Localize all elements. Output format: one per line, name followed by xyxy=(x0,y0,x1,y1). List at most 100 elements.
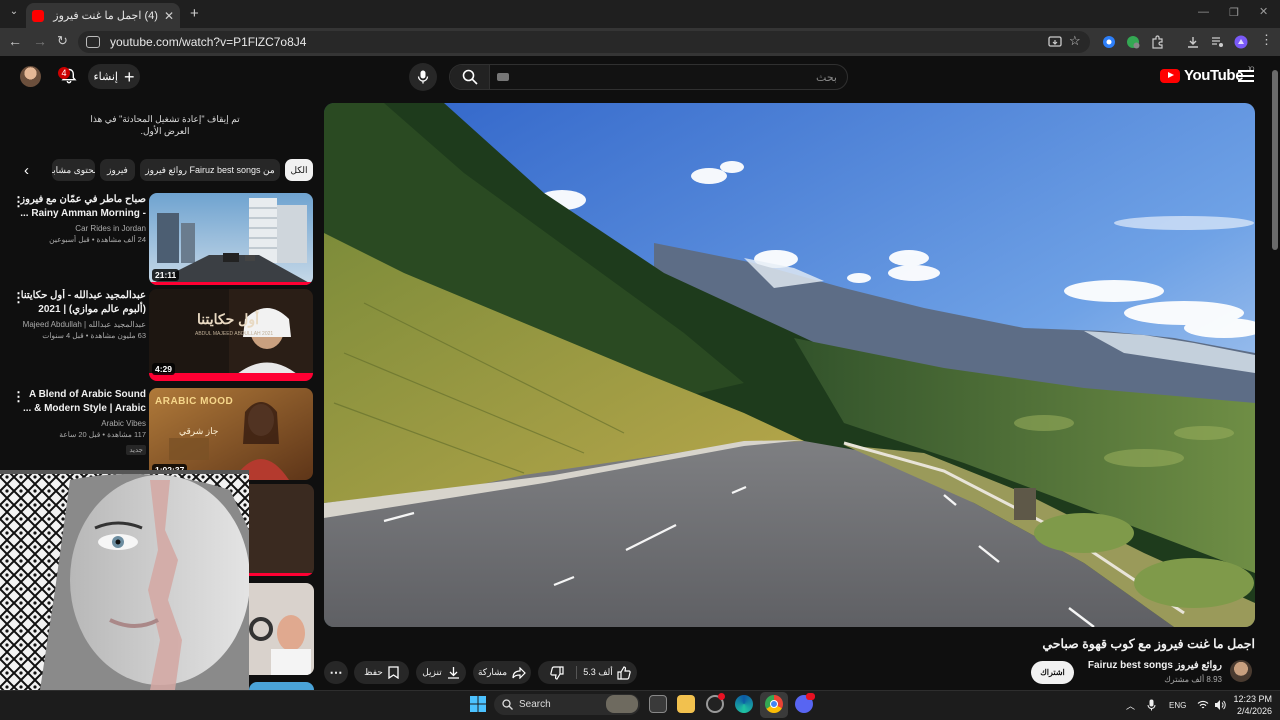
video-title[interactable]: A Blend of Arabic Sound & Modern Style |… xyxy=(20,388,146,415)
floating-portrait-overlay xyxy=(0,470,249,690)
more-actions-icon[interactable]: ⋮ xyxy=(12,390,25,404)
file-explorer-icon[interactable] xyxy=(677,695,695,713)
extension-green-icon[interactable] xyxy=(1126,35,1140,49)
youtube-play-logo-icon xyxy=(1160,68,1180,83)
url-text: youtube.com/watch?v=P1FlZC7o8J4 xyxy=(110,35,307,49)
video-title[interactable]: صباح ماطر في عمّان مع فيروز - Rainy Amma… xyxy=(20,193,146,220)
chrome-center-icon xyxy=(770,700,778,708)
channel-name[interactable]: عبدالمجيد عبدالله | Abdul Majeed Abdulla… xyxy=(20,320,146,329)
keyboard-icon[interactable] xyxy=(497,73,509,81)
system-tray: ︿ ENG 12:23 PM 2/4/2026 xyxy=(1122,693,1272,717)
video-thumbnail[interactable]: 21:11 xyxy=(149,193,313,285)
back-arrow-icon[interactable]: ← xyxy=(8,33,22,49)
account-avatar[interactable] xyxy=(20,66,41,87)
input-language[interactable]: ENG xyxy=(1169,701,1186,710)
downloads-icon[interactable] xyxy=(1186,35,1200,49)
search-input[interactable] xyxy=(490,70,847,84)
app-notification-dot xyxy=(718,693,725,700)
chip-all[interactable]: الكل xyxy=(285,159,313,181)
extensions-puzzle-icon[interactable] xyxy=(1151,35,1165,49)
channel-name[interactable]: روائع فيروز Fairuz best songs xyxy=(1050,660,1222,671)
video-meta: عبدالمجيد عبدالله - أول حكايتنا (ألبوم ع… xyxy=(20,289,146,340)
volume-icon[interactable] xyxy=(1214,699,1226,711)
system-clock[interactable]: 12:23 PM 2/4/2026 xyxy=(1233,693,1272,717)
like-button[interactable]: 5.3 ألف xyxy=(577,661,637,684)
discord-badge xyxy=(806,693,815,700)
windows-taskbar xyxy=(0,690,1280,720)
recommended-video-6-thumbnail[interactable] xyxy=(249,682,314,690)
voice-search-button[interactable] xyxy=(409,63,437,91)
watch-progress-bar xyxy=(149,282,313,285)
taskbar-search-label: Search xyxy=(519,699,551,710)
subscribe-button[interactable]: اشتراك xyxy=(1031,661,1074,684)
tab-search-icon[interactable]: ⌄ xyxy=(6,6,22,22)
media-controls-icon[interactable] xyxy=(1210,35,1224,49)
show-hidden-icons-icon[interactable]: ︿ xyxy=(1126,699,1135,712)
reload-icon[interactable]: ↻ xyxy=(57,33,68,49)
channel-avatar[interactable] xyxy=(1230,660,1252,682)
wifi-icon[interactable] xyxy=(1197,699,1209,711)
like-separator xyxy=(576,666,577,679)
recommended-video-5-thumbnail[interactable] xyxy=(249,583,314,675)
new-tab-button[interactable]: + xyxy=(190,5,199,22)
thumbnail-title-text: أول حكايتنا xyxy=(197,311,259,327)
dislike-button[interactable] xyxy=(538,661,576,684)
recommended-video-1[interactable]: 21:11 صباح ماطر في عمّان مع فيروز - Rain… xyxy=(12,193,314,285)
chip-related[interactable]: محتوى مشابه xyxy=(52,159,95,181)
recommended-video-4-thumbnail[interactable] xyxy=(249,484,314,576)
task-view-icon[interactable] xyxy=(649,695,667,713)
site-info-icon[interactable] xyxy=(86,36,100,48)
more-actions-button[interactable]: ⋯ xyxy=(324,661,348,684)
minimize-button[interactable]: — xyxy=(1198,6,1209,18)
share-button[interactable]: مشاركة xyxy=(473,661,531,684)
recommended-video-3[interactable]: ARABIC MOOD جاز شرقي 1:02:37 A Blend of … xyxy=(12,388,314,480)
edge-browser-icon[interactable] xyxy=(735,695,753,713)
guide-menu-icon[interactable] xyxy=(1236,67,1256,85)
video-player[interactable] xyxy=(324,103,1255,627)
thumbs-down-icon xyxy=(550,665,564,680)
video-duration: 21:11 xyxy=(152,269,180,281)
view-count: 117 مشاهدة • قبل 20 ساعة xyxy=(59,430,146,439)
recommended-video-2[interactable]: أول حكايتنا ABDUL MAJEED ABDULLAH 2021 4… xyxy=(12,289,314,381)
like-dislike-group: 5.3 ألف xyxy=(538,661,637,684)
video-meta: صباح ماطر في عمّان مع فيروز - Rainy Amma… xyxy=(20,193,146,244)
profile-avatar-icon[interactable] xyxy=(1234,35,1248,49)
browser-tab[interactable]: (4) اجمل ما غنت فيروز مع كوب ✕ xyxy=(26,3,180,28)
browser-menu-icon[interactable]: ⋮ xyxy=(1260,32,1273,48)
view-count: 63 مليون مشاهدة • قبل 4 سنوات xyxy=(42,331,146,340)
close-tab-icon[interactable]: ✕ xyxy=(164,9,174,23)
tab-title: (4) اجمل ما غنت فيروز مع كوب xyxy=(50,10,158,22)
create-label: إنشاء xyxy=(93,71,118,83)
save-button[interactable]: حفظ xyxy=(354,661,409,684)
close-window-button[interactable]: ✕ xyxy=(1259,5,1268,18)
video-thumbnail[interactable]: ARABIC MOOD جاز شرقي 1:02:37 xyxy=(149,388,313,480)
more-actions-icon[interactable]: ⋮ xyxy=(12,291,25,305)
address-bar[interactable]: youtube.com/watch?v=P1FlZC7o8J4 xyxy=(78,31,1090,53)
install-app-icon[interactable] xyxy=(1048,35,1062,49)
chat-replay-disabled-notice: تم إيقاف "إعادة تشغيل المحادثة" في هذا ا… xyxy=(90,114,240,136)
download-button[interactable]: تنزيل xyxy=(416,661,466,684)
create-button[interactable]: إنشاء + xyxy=(88,64,140,89)
video-meta: A Blend of Arabic Sound & Modern Style |… xyxy=(20,388,146,457)
thumbs-up-icon xyxy=(617,665,631,680)
bookmark-star-icon[interactable]: ☆ xyxy=(1069,33,1081,49)
more-actions-icon[interactable]: ⋮ xyxy=(12,195,25,209)
search-button[interactable] xyxy=(450,65,490,89)
forward-arrow-icon[interactable]: → xyxy=(33,33,47,49)
channel-name[interactable]: Arabic Vibes xyxy=(20,419,146,428)
like-count: 5.3 ألف xyxy=(583,667,613,677)
search-icon xyxy=(462,69,478,85)
microphone-icon[interactable] xyxy=(1147,699,1156,711)
chip-fairuz[interactable]: فيروز xyxy=(100,159,135,181)
save-label: حفظ xyxy=(364,667,383,677)
windows-start-icon[interactable] xyxy=(470,696,486,712)
bookmark-icon xyxy=(388,666,399,679)
chip-from-channel[interactable]: من Fairuz best songs روائع فيروز xyxy=(140,159,280,181)
video-thumbnail[interactable]: أول حكايتنا ABDUL MAJEED ABDULLAH 2021 4… xyxy=(149,289,313,381)
search-highlight-icon[interactable] xyxy=(606,695,638,713)
page-scrollbar-thumb[interactable] xyxy=(1272,70,1278,250)
video-title[interactable]: عبدالمجيد عبدالله - أول حكايتنا (ألبوم ع… xyxy=(20,289,146,316)
maximize-button[interactable]: ❐ xyxy=(1229,6,1239,19)
extension-blue-icon[interactable] xyxy=(1102,35,1116,49)
channel-name[interactable]: Car Rides in Jordan xyxy=(20,224,146,233)
